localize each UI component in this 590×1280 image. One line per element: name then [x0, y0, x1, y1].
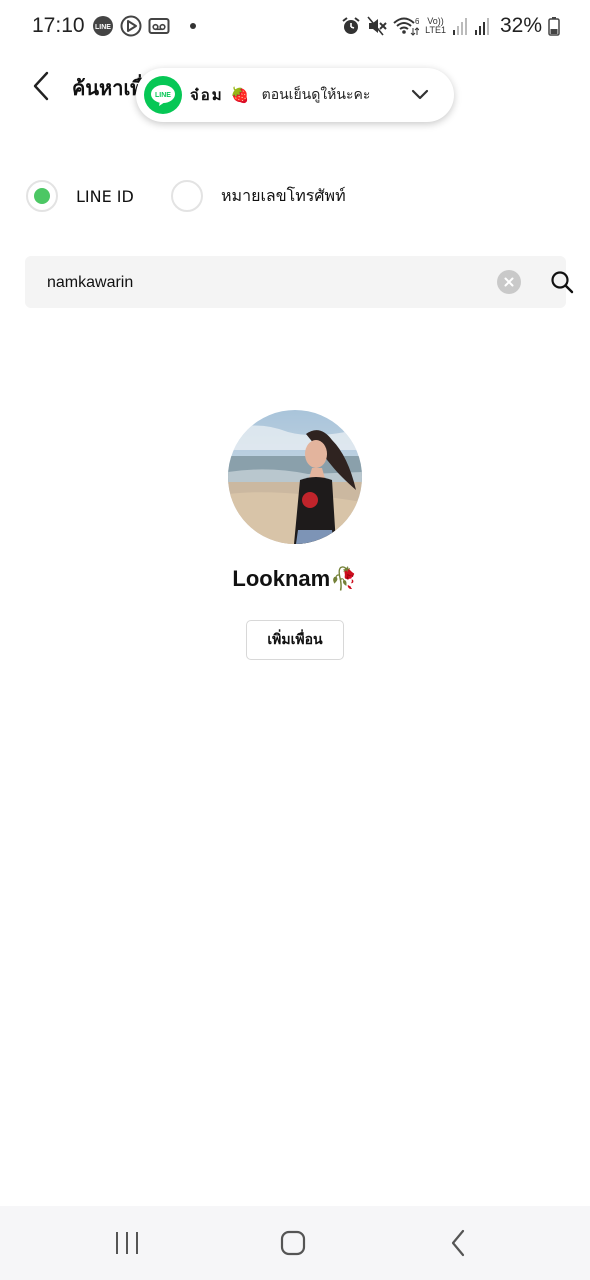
- status-left-icons: LINE: [92, 15, 196, 37]
- back-icon[interactable]: [444, 1228, 474, 1258]
- clear-search-button[interactable]: [497, 270, 521, 294]
- chevron-down-icon[interactable]: [410, 84, 430, 104]
- volte-icon: Vo)) LTE1: [425, 17, 446, 35]
- add-friend-button[interactable]: เพิ่มเพื่อน: [246, 620, 344, 660]
- result-display-name: Looknam🥀: [232, 566, 358, 591]
- mute-icon: [367, 16, 387, 36]
- recent-apps-icon[interactable]: [112, 1228, 142, 1258]
- radio-option-phone-number[interactable]: หมายเลขโทรศัพท์: [171, 180, 346, 212]
- voicemail-icon: [148, 18, 170, 34]
- radio-button-line-id[interactable]: [26, 180, 58, 212]
- status-bar: 17:10 LINE 6 Vo)) LTE1 32%: [0, 0, 590, 56]
- status-right-icons: 6 Vo)) LTE1 32%: [341, 14, 560, 38]
- notification-sender: จ๋อม 🍓: [190, 83, 252, 107]
- status-time: 17:10: [32, 14, 85, 37]
- more-notifications-dot: [190, 23, 196, 29]
- line-notification-popup[interactable]: LINE จ๋อม 🍓 ตอนเย็นดูให้นะคะ: [136, 68, 454, 122]
- notification-sender-name: จ๋อม: [190, 86, 224, 104]
- search-bar: [25, 256, 574, 310]
- radio-button-phone-number[interactable]: [171, 180, 203, 212]
- signal-icon-2: [474, 18, 489, 35]
- notification-message: ตอนเย็นดูให้นะคะ: [261, 87, 371, 103]
- wifi-icon: 6: [393, 17, 420, 36]
- strawberry-emoji: 🍓: [230, 86, 252, 104]
- svg-text:6: 6: [415, 17, 419, 26]
- search-input[interactable]: [45, 256, 469, 310]
- search-icon[interactable]: [550, 270, 574, 294]
- battery-percent: 32%: [499, 14, 542, 37]
- signal-icon: [452, 18, 467, 35]
- radio-option-line-id[interactable]: LINE ID: [26, 180, 134, 212]
- close-icon: [504, 277, 514, 287]
- line-notification-icon: LINE: [93, 16, 113, 36]
- line-app-icon: LINE: [144, 76, 182, 114]
- home-icon[interactable]: [278, 1228, 308, 1258]
- system-nav-bar: [0, 1206, 590, 1280]
- svg-text:LINE: LINE: [155, 92, 171, 99]
- svg-text:LINE: LINE: [95, 24, 111, 31]
- play-store-icon: [120, 15, 142, 37]
- back-arrow-icon[interactable]: [26, 68, 58, 104]
- alarm-icon: [342, 17, 360, 34]
- profile-avatar: [228, 410, 362, 544]
- battery-icon: [548, 17, 560, 36]
- radio-selected-dot: [34, 188, 50, 204]
- radio-label-line-id: LINE ID: [76, 186, 134, 206]
- volte-bottom-label: LTE1: [425, 25, 446, 35]
- radio-label-phone-number: หมายเลขโทรศัพท์: [221, 185, 346, 205]
